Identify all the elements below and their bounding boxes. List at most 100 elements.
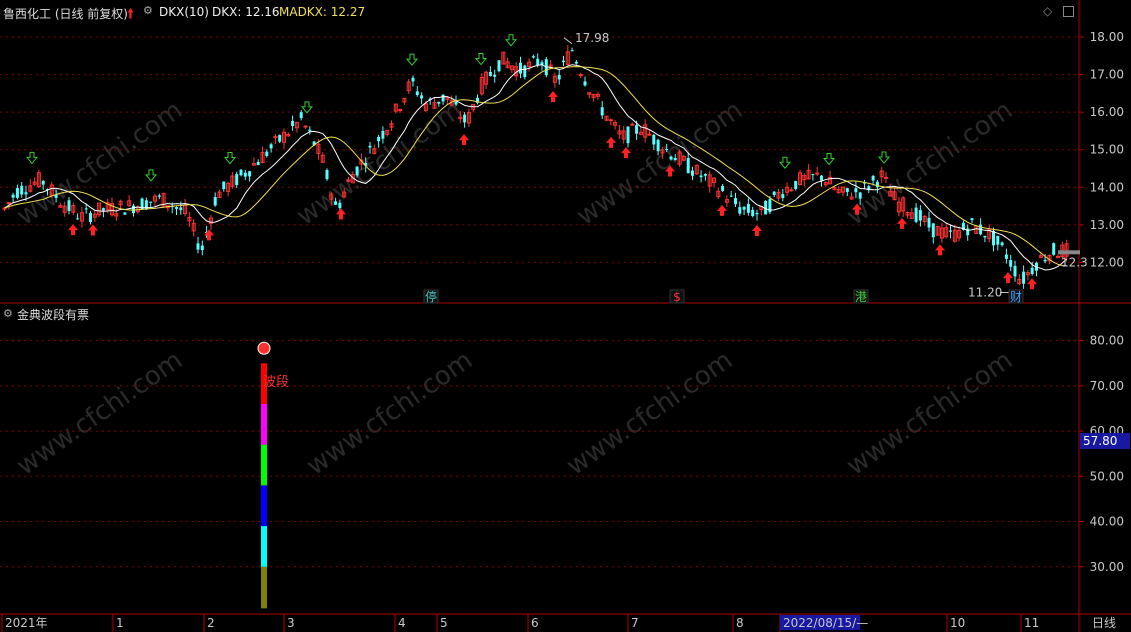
period-label: 日线 xyxy=(1092,616,1116,630)
x-axis-label: 2 xyxy=(207,616,215,630)
candle-body xyxy=(1004,254,1008,259)
candle-body xyxy=(84,208,88,210)
candle-body xyxy=(875,181,879,188)
wave-bar-segment xyxy=(261,444,267,486)
x-axis-label: 8 xyxy=(736,616,744,630)
candle-body xyxy=(441,94,445,102)
indicator-settings-icon[interactable]: ⚙ xyxy=(3,307,13,320)
candle-body xyxy=(751,209,755,217)
last-price-marker xyxy=(1058,250,1080,255)
diamond-icon[interactable]: ◇ xyxy=(1043,4,1052,18)
candle-body xyxy=(531,56,535,58)
main-ytick-label: 13.00 xyxy=(1090,218,1124,232)
candle-body xyxy=(557,74,561,80)
main-ytick-label: 17.00 xyxy=(1090,68,1124,82)
candle-body xyxy=(179,207,183,211)
candle-body xyxy=(918,210,922,221)
main-ytick-label: 15.00 xyxy=(1090,143,1124,157)
candle-body xyxy=(1052,243,1056,255)
sub-ytick-label: 70.00 xyxy=(1090,379,1124,393)
candle-body xyxy=(970,218,974,221)
candle-body xyxy=(239,169,243,176)
candle-body xyxy=(15,187,19,198)
candle-body xyxy=(308,129,312,132)
candle-body xyxy=(691,170,694,176)
candle-body xyxy=(488,71,492,76)
candle-body xyxy=(222,181,226,190)
sell-arrow-icon xyxy=(144,169,158,182)
candle-body xyxy=(729,195,733,197)
buy-arrow-icon xyxy=(606,136,616,148)
candle-body xyxy=(415,91,419,96)
candle-body xyxy=(76,218,80,220)
candle-body xyxy=(854,188,858,193)
buy-arrow-icon xyxy=(1027,278,1037,290)
last-price-label: 12.3 xyxy=(1061,255,1088,269)
candle-body xyxy=(656,139,660,152)
candle-body xyxy=(914,207,918,222)
candle-body xyxy=(742,206,746,210)
event-marker-label: 财 xyxy=(1010,290,1022,304)
candle-body xyxy=(630,123,635,126)
candle-body xyxy=(411,77,415,82)
wave-bar-segment xyxy=(261,566,267,609)
high-pointer xyxy=(563,37,573,45)
sell-arrow-icon xyxy=(504,34,518,47)
candle-body xyxy=(235,174,239,186)
buy-arrow-icon xyxy=(204,229,214,241)
candle-body xyxy=(11,194,15,198)
x-axis-label: 1 xyxy=(116,616,124,630)
candle-body xyxy=(996,235,1000,245)
candle-body xyxy=(626,126,630,144)
watermark-2: www.cfchi.com xyxy=(561,345,738,481)
candle-body xyxy=(574,61,578,64)
candle-body xyxy=(149,201,153,203)
watermark-1: www.cfchi.com xyxy=(301,345,478,481)
settings-gear-icon[interactable]: ⚙ xyxy=(143,4,153,17)
sell-arrow-icon xyxy=(25,151,39,165)
candle-body xyxy=(1000,242,1004,246)
buy-arrow-icon xyxy=(752,225,762,237)
buy-arrow-icon xyxy=(621,147,631,159)
candle-body xyxy=(248,171,252,177)
candle-body xyxy=(420,95,424,99)
candle-body xyxy=(196,243,200,250)
buy-arrow-icon xyxy=(88,224,98,236)
candle-body xyxy=(983,235,987,238)
watermark-7: www.cfchi.com xyxy=(841,95,1018,231)
sell-arrow-icon xyxy=(223,152,237,165)
main-ytick-label: 16.00 xyxy=(1090,105,1124,119)
stock-title[interactable]: 鲁西化工 (日线 前复权) xyxy=(3,5,128,22)
candle-body xyxy=(746,203,750,213)
indicator-title-text: 金典波段有票 xyxy=(17,308,90,322)
indicator-title[interactable]: 金典波段有票 xyxy=(17,306,89,323)
sell-arrow-icon xyxy=(474,53,488,66)
candle-body xyxy=(377,136,381,142)
watermark-5: www.cfchi.com xyxy=(291,95,468,231)
candle-body xyxy=(734,198,737,205)
candle-body xyxy=(519,62,522,74)
candle-body xyxy=(325,169,329,180)
x-axis-label: 2021年 xyxy=(5,616,48,630)
candle-body xyxy=(381,130,385,139)
x-axis-label: 3 xyxy=(287,616,295,630)
buy-arrow-icon xyxy=(897,217,907,229)
candle-body xyxy=(927,217,931,228)
candle-body xyxy=(600,107,604,116)
wave-top-dot xyxy=(257,341,271,355)
candle-body xyxy=(1009,260,1013,267)
candle-body xyxy=(299,112,303,119)
candle-body xyxy=(669,156,673,160)
candle-body xyxy=(200,245,204,250)
sell-arrow-icon xyxy=(300,101,314,114)
candle-body xyxy=(291,120,295,127)
candle-body xyxy=(781,194,785,198)
candle-body xyxy=(845,188,849,193)
buy-arrow-icon xyxy=(459,134,469,146)
candle-body xyxy=(884,176,888,179)
maximize-icon[interactable] xyxy=(1063,6,1074,17)
candle-body xyxy=(89,213,92,223)
candle-body xyxy=(992,230,995,246)
dkx-label[interactable]: DKX(10) xyxy=(159,5,209,19)
buy-arrow-icon xyxy=(717,204,727,216)
